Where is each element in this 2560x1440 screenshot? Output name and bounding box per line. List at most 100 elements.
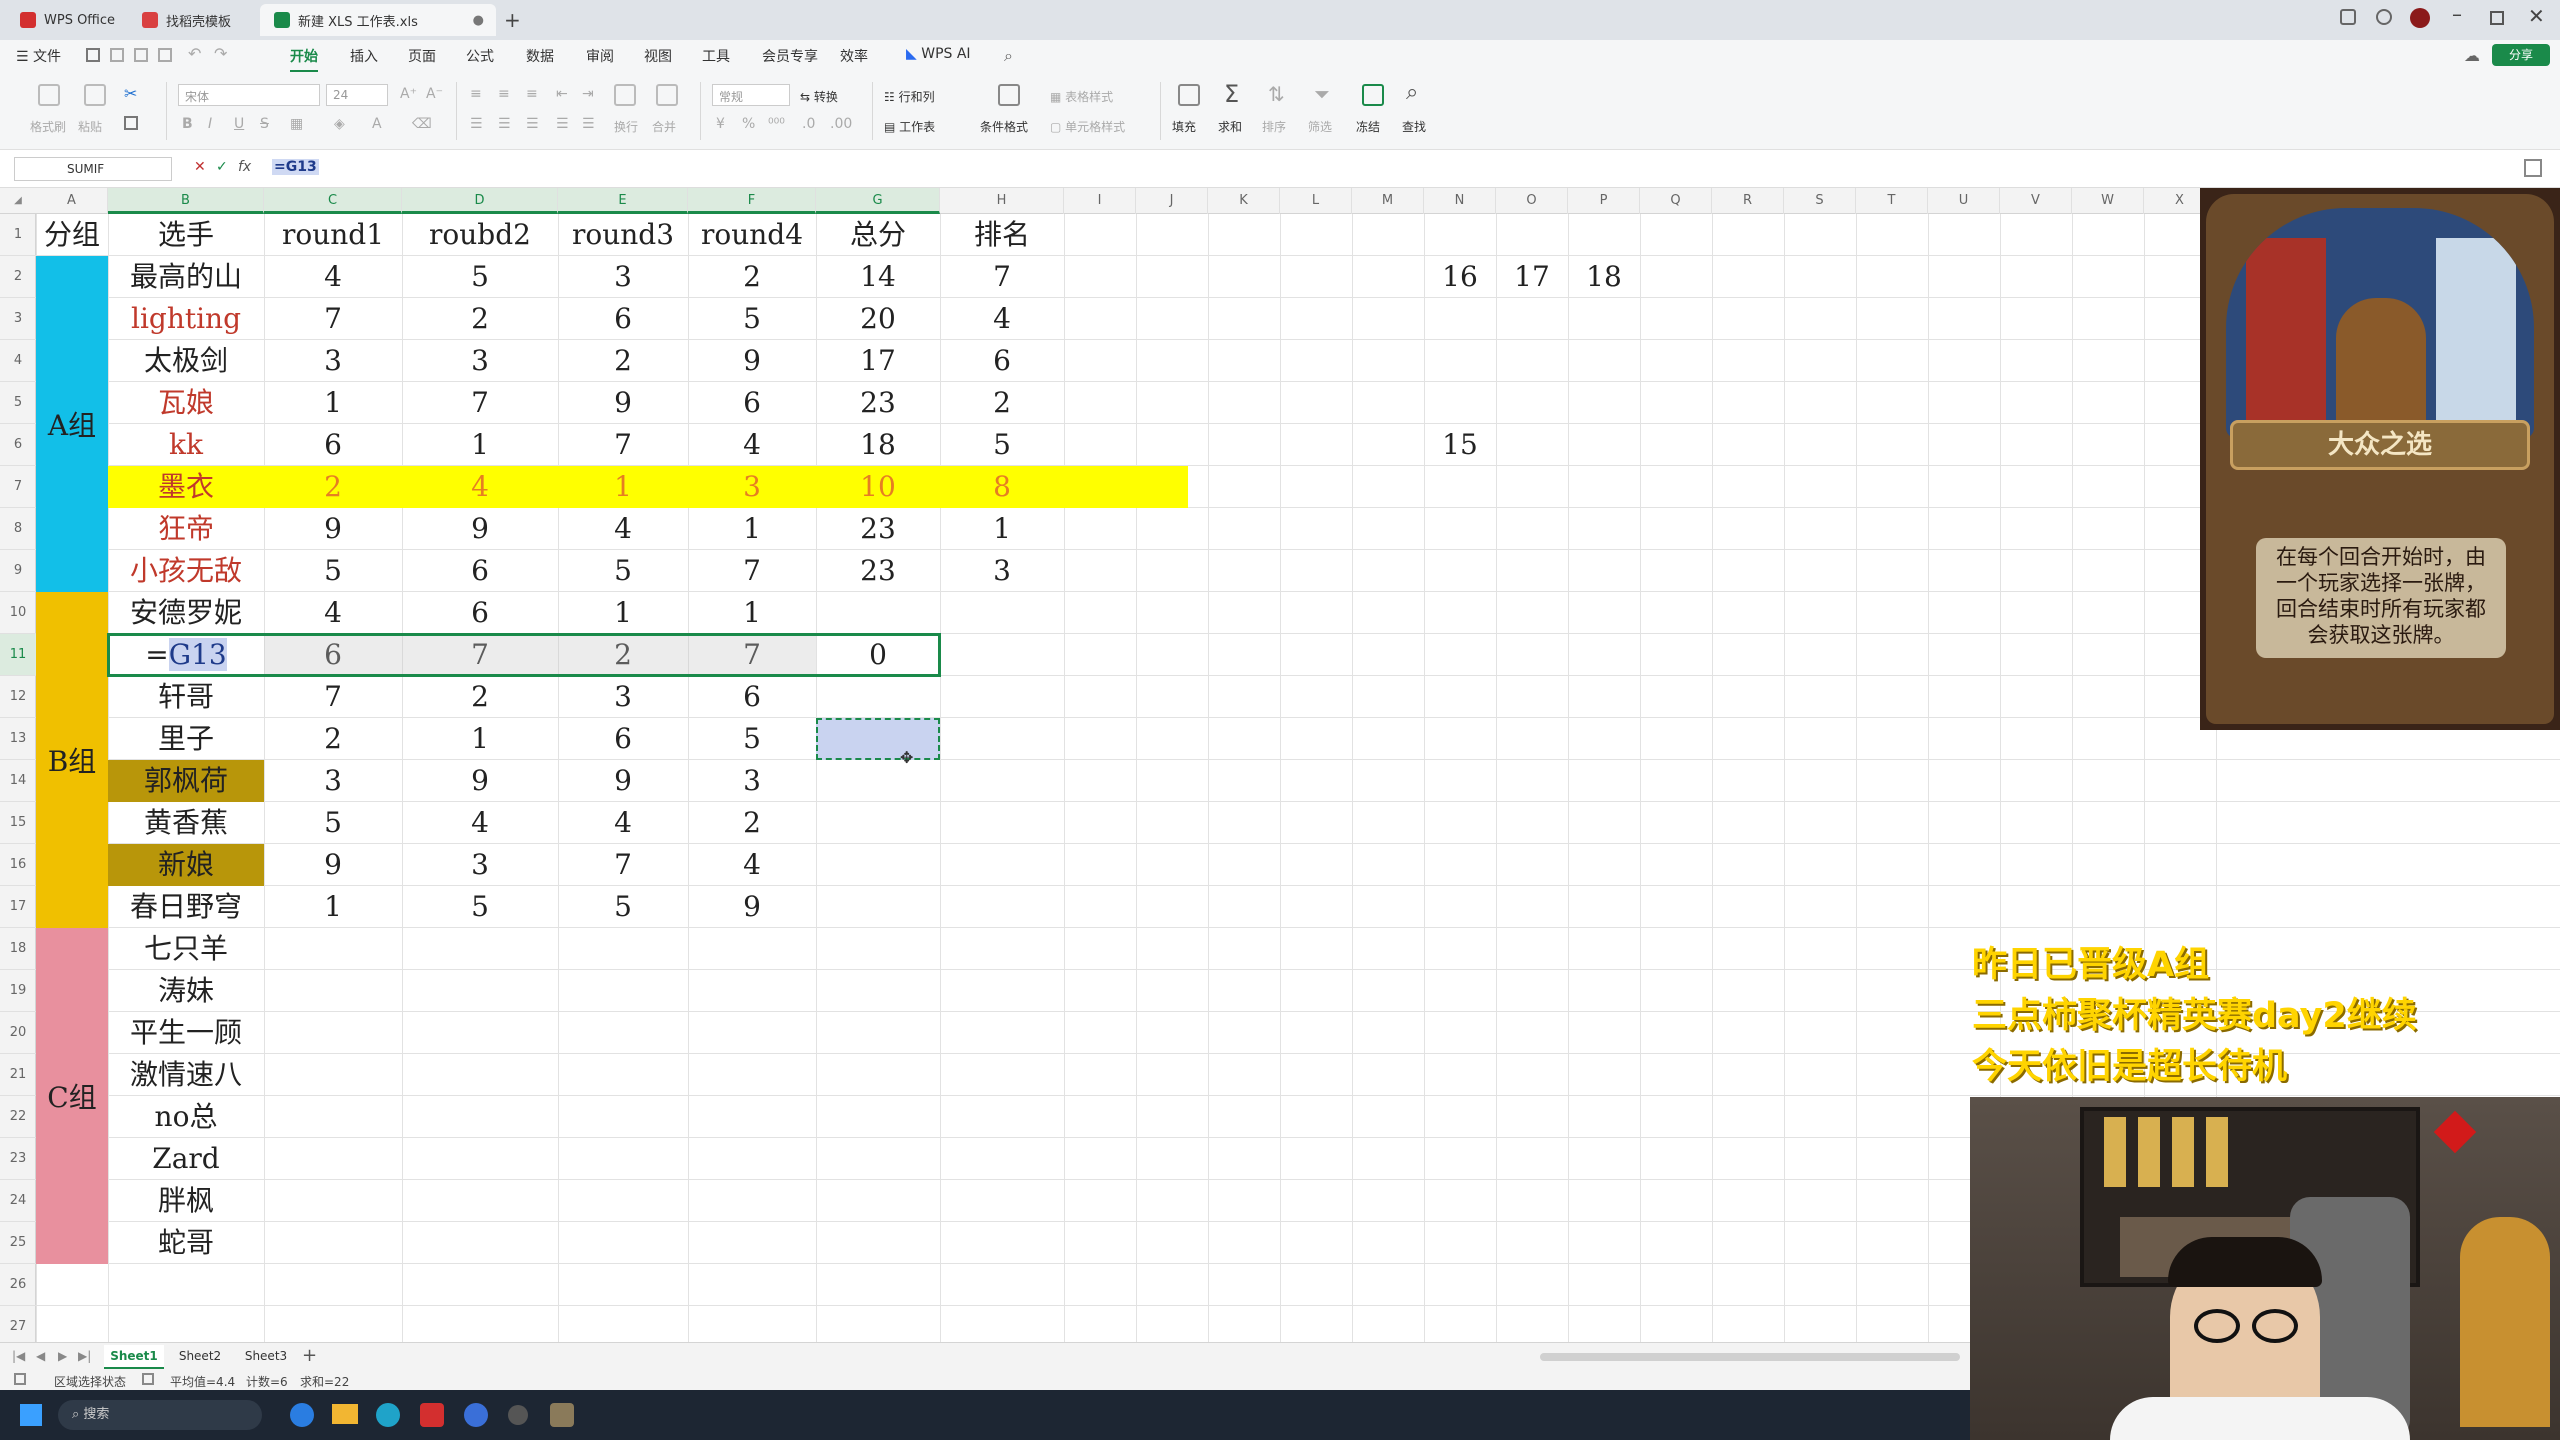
score-cell[interactable]: 6 <box>402 550 558 592</box>
row-header-20[interactable]: 20 <box>0 1012 36 1054</box>
italic-icon[interactable]: I <box>208 116 212 132</box>
formula-input[interactable]: =G13 <box>272 159 319 175</box>
row-header-23[interactable]: 23 <box>0 1138 36 1180</box>
score-cell[interactable]: 5 <box>402 886 558 928</box>
filter-label[interactable]: 筛选 <box>1308 118 1332 135</box>
score-cell[interactable]: 3 <box>688 466 816 508</box>
column-header-a[interactable]: A <box>36 188 108 214</box>
row-header-22[interactable]: 22 <box>0 1096 36 1138</box>
score-cell[interactable]: 6 <box>558 718 688 760</box>
fill-color-icon[interactable]: ◈ <box>334 116 345 132</box>
row-header-4[interactable]: 4 <box>0 340 36 382</box>
score-cell[interactable]: 2 <box>688 256 816 298</box>
fx-icon[interactable]: fx <box>238 159 251 175</box>
player-name[interactable]: 小孩无敌 <box>108 550 264 592</box>
score-cell[interactable]: 10 <box>816 466 940 508</box>
first-sheet-icon[interactable]: |◀ <box>12 1349 25 1363</box>
macro-icon[interactable] <box>14 1373 26 1385</box>
score-cell[interactable]: 9 <box>402 508 558 550</box>
currency-icon[interactable]: ¥ <box>716 116 725 132</box>
score-cell[interactable] <box>816 592 940 634</box>
column-header-j[interactable]: J <box>1136 188 1208 214</box>
menu-wps-ai[interactable]: ◣ WPS AI <box>906 46 971 62</box>
row-header-10[interactable]: 10 <box>0 592 36 634</box>
score-cell[interactable]: 20 <box>816 298 940 340</box>
column-header-m[interactable]: M <box>1352 188 1424 214</box>
score-cell[interactable]: 7 <box>402 382 558 424</box>
thousands-icon[interactable]: ⁰⁰⁰ <box>768 116 785 132</box>
find-label[interactable]: 查找 <box>1402 118 1426 135</box>
score-cell[interactable]: 4 <box>264 256 402 298</box>
column-header-p[interactable]: P <box>1568 188 1640 214</box>
increase-font-icon[interactable]: A⁺ <box>400 86 417 102</box>
player-name[interactable]: 最高的山 <box>108 256 264 298</box>
header-cell[interactable]: roubd2 <box>402 214 558 256</box>
cell-style-button[interactable]: ▢ 单元格样式 <box>1050 118 1125 135</box>
copy-icon[interactable] <box>124 116 138 130</box>
score-cell[interactable]: 1 <box>264 382 402 424</box>
table-style-button[interactable]: ▦ 表格样式 <box>1050 88 1113 105</box>
score-cell[interactable]: 7 <box>558 424 688 466</box>
column-header-r[interactable]: R <box>1712 188 1784 214</box>
score-cell[interactable] <box>940 802 1064 844</box>
decrease-font-icon[interactable]: A⁻ <box>426 86 443 102</box>
export-pdf-icon[interactable] <box>110 48 124 62</box>
column-header-t[interactable]: T <box>1856 188 1928 214</box>
menu-home[interactable]: 开始 <box>290 46 318 73</box>
header-cell[interactable]: round1 <box>264 214 402 256</box>
decimal-increase-icon[interactable]: .0 <box>802 116 815 132</box>
menu-view[interactable]: 视图 <box>644 46 672 66</box>
score-cell[interactable] <box>816 676 940 718</box>
score-cell[interactable]: 5 <box>940 424 1064 466</box>
player-name[interactable]: lighting <box>108 298 264 340</box>
editing-cell-input[interactable]: =G13 <box>108 634 264 676</box>
header-cell[interactable]: 总分 <box>816 214 940 256</box>
column-header-g[interactable]: G <box>816 188 940 214</box>
horizontal-scrollbar[interactable] <box>1540 1353 1960 1361</box>
settings-icon[interactable] <box>2376 9 2392 25</box>
rows-cols-button[interactable]: ☷ 行和列 <box>884 88 935 105</box>
minimize-icon[interactable]: – <box>2452 2 2462 26</box>
score-cell[interactable] <box>940 718 1064 760</box>
menu-efficiency[interactable]: 效率 <box>840 46 868 66</box>
percent-icon[interactable]: % <box>742 116 755 132</box>
score-cell[interactable]: 1 <box>264 886 402 928</box>
player-name[interactable]: 激情速八 <box>108 1054 264 1096</box>
score-cell[interactable]: 9 <box>402 760 558 802</box>
taskbar-search[interactable]: ⌕ 搜索 <box>58 1400 262 1430</box>
header-cell[interactable]: 排名 <box>940 214 1064 256</box>
score-cell[interactable]: 3 <box>688 760 816 802</box>
menu-insert[interactable]: 插入 <box>350 46 378 66</box>
column-header-s[interactable]: S <box>1784 188 1856 214</box>
menu-page[interactable]: 页面 <box>408 46 436 66</box>
column-header-o[interactable]: O <box>1496 188 1568 214</box>
score-cell[interactable]: 23 <box>816 550 940 592</box>
select-all-corner[interactable]: ◢ <box>0 188 36 214</box>
score-cell[interactable]: 2 <box>402 676 558 718</box>
tab-sheet3[interactable]: Sheet3 <box>236 1345 296 1369</box>
score-cell[interactable]: 4 <box>940 298 1064 340</box>
score-cell[interactable]: 3 <box>402 340 558 382</box>
score-cell[interactable] <box>940 844 1064 886</box>
score-cell[interactable]: 1 <box>940 508 1064 550</box>
row-header-18[interactable]: 18 <box>0 928 36 970</box>
column-header-h[interactable]: H <box>940 188 1064 214</box>
row-header-8[interactable]: 8 <box>0 508 36 550</box>
menu-member[interactable]: 会员专享 <box>762 46 818 66</box>
row-header-13[interactable]: 13 <box>0 718 36 760</box>
score-cell[interactable]: 7 <box>264 298 402 340</box>
score-cell[interactable] <box>940 676 1064 718</box>
score-cell[interactable]: 5 <box>402 256 558 298</box>
print-icon[interactable] <box>134 48 148 62</box>
score-cell[interactable]: 9 <box>688 886 816 928</box>
score-cell[interactable]: 7 <box>264 676 402 718</box>
font-color-icon[interactable]: A <box>372 116 382 132</box>
score-cell[interactable]: 2 <box>264 718 402 760</box>
tab-template[interactable]: 找稻壳模板 <box>128 4 256 36</box>
value-cell-p2[interactable]: 18 <box>1568 256 1640 298</box>
score-cell[interactable] <box>816 886 940 928</box>
underline-icon[interactable]: U <box>234 116 244 132</box>
header-cell[interactable]: round4 <box>688 214 816 256</box>
player-name[interactable]: 新娘 <box>108 844 264 886</box>
row-header-2[interactable]: 2 <box>0 256 36 298</box>
